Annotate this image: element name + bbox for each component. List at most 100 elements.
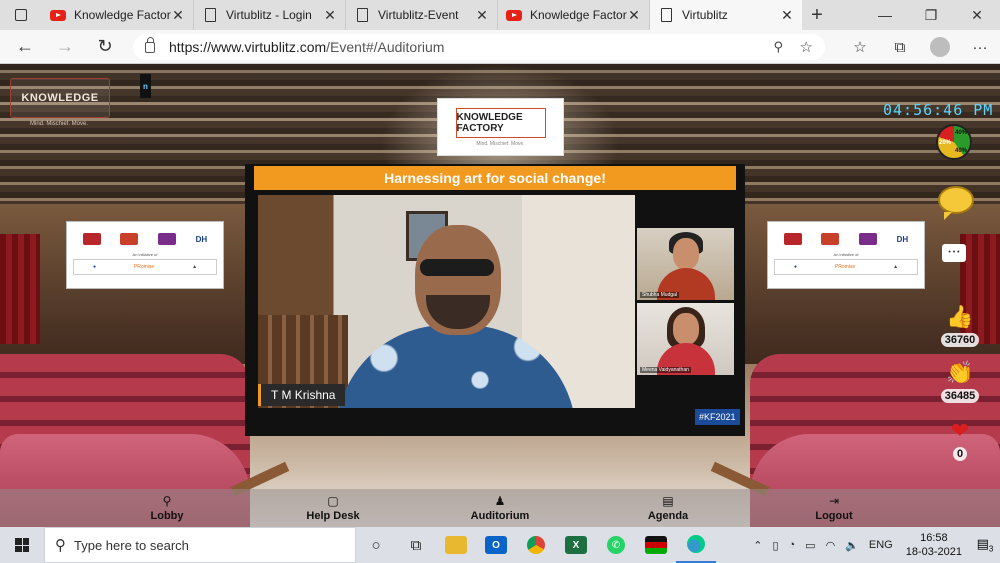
more-options-icon[interactable]: ··· <box>960 39 1000 56</box>
initiative-logo: ▲ <box>192 264 198 270</box>
event-clock: 04:56:46 PM <box>883 101 994 119</box>
auditorium-stage: KNOWLEDGE Mind. Mischief. Move. n KNOWLE… <box>0 64 1000 527</box>
panelist-name: Meena Vaidyanathan <box>640 367 691 373</box>
speaker-body <box>336 325 576 408</box>
chrome-icon[interactable] <box>516 527 556 563</box>
nav-auditorium-label: Auditorium <box>470 510 530 522</box>
sponsor-logo <box>82 233 101 245</box>
collapsed-panel-chip[interactable]: n <box>140 74 151 98</box>
tab-knowledge-factory-1[interactable]: Knowledge Factory ✕ <box>42 0 194 30</box>
tab-knowledge-factory-2[interactable]: Knowledge Factory ✕ <box>498 0 650 30</box>
poll-gauge[interactable]: 40% 20% 40% <box>936 124 972 160</box>
heart-icon[interactable]: ❤ <box>940 418 980 444</box>
show-hidden-icons[interactable]: ⌃ <box>748 539 767 552</box>
close-icon[interactable]: ✕ <box>627 7 641 24</box>
forward-icon[interactable]: → <box>45 36 85 57</box>
sponsor-logo <box>821 233 840 245</box>
close-icon[interactable]: ✕ <box>475 7 489 24</box>
tab-label: Knowledge Factory <box>530 8 627 22</box>
url-path: /Event#/Auditorium <box>326 39 445 55</box>
page-icon <box>354 7 370 23</box>
favorites-icon[interactable]: ☆ <box>840 38 880 56</box>
tab-label: Virtublitz - Login <box>226 8 312 22</box>
taskbar-search[interactable]: ⚲ Type here to search <box>44 527 356 563</box>
media-app-icon[interactable] <box>636 527 676 563</box>
whatsapp-icon[interactable]: ✆ <box>596 527 636 563</box>
tab-virtublitz[interactable]: Virtublitz ✕ <box>650 0 802 30</box>
help-desk-icon: ▢ <box>327 494 339 508</box>
refresh-icon[interactable]: ↻ <box>85 36 125 57</box>
minimize-icon[interactable]: — <box>862 7 908 24</box>
heart-reaction[interactable]: ❤ 0 <box>940 418 980 462</box>
nav-help-desk[interactable]: ▢ Help Desk <box>300 489 366 527</box>
cortana-icon[interactable]: ○ <box>356 527 396 563</box>
edge-icon[interactable] <box>676 527 716 563</box>
system-tray: ⌃ ▯ ◔ ▭ ◠ 🔈 ENG 16:58 18-03-2021 ▤3 <box>748 527 1000 563</box>
nav-auditorium[interactable]: ♟ Auditorium <box>464 489 536 527</box>
dh-logo: DH <box>195 234 208 244</box>
nav-logout[interactable]: ⇥ Logout <box>808 489 860 527</box>
event-logo: KNOWLEDGE <box>10 78 110 118</box>
page-icon <box>202 7 218 23</box>
back-icon[interactable]: ← <box>5 36 45 57</box>
language-indicator[interactable]: ENG <box>864 539 898 551</box>
excel-icon[interactable]: X <box>556 527 596 563</box>
collections-icon[interactable]: ⧉ <box>880 39 920 56</box>
close-icon[interactable]: ✕ <box>171 7 185 24</box>
message-icon[interactable]: • • • <box>942 244 966 262</box>
panelist-video-1: Shubha Mudgal <box>637 228 734 300</box>
tab-virtublitz-event[interactable]: Virtublitz-Event ✕ <box>346 0 498 30</box>
close-window-icon[interactable]: ✕ <box>954 7 1000 24</box>
clap-reaction[interactable]: 👏 36485 <box>940 360 980 404</box>
network-status-icon[interactable]: ◔ <box>784 539 801 551</box>
thumbs-up-icon[interactable]: 👍 <box>940 304 980 330</box>
task-view-icon[interactable]: ⧉ <box>396 527 436 563</box>
close-icon[interactable]: ✕ <box>780 7 794 24</box>
notification-count: 3 <box>988 544 994 554</box>
restore-icon[interactable]: ❐ <box>908 7 954 24</box>
like-reaction[interactable]: 👍 36760 <box>940 304 980 348</box>
wifi-icon[interactable]: ◠ <box>821 539 841 552</box>
close-icon[interactable]: ✕ <box>323 7 337 24</box>
panelist-head <box>673 313 699 345</box>
device-icon[interactable]: ▯ <box>767 539 783 552</box>
notifications-icon[interactable]: ▤3 <box>970 536 1000 554</box>
panelist-video-2: Meena Vaidyanathan <box>637 303 734 375</box>
nav-agenda[interactable]: ▤ Agenda <box>640 489 696 527</box>
heart-count: 0 <box>952 447 968 461</box>
agenda-icon: ▤ <box>662 494 674 508</box>
start-button[interactable] <box>0 527 44 563</box>
outlook-icon[interactable]: O <box>476 527 516 563</box>
tab-virtublitz-login[interactable]: Virtublitz - Login ✕ <box>194 0 346 30</box>
location-pin-icon: ⚲ <box>162 494 172 508</box>
tab-label: Virtublitz <box>682 8 728 22</box>
left-curtain <box>0 234 40 344</box>
tab-actions-button[interactable] <box>0 0 42 30</box>
knowledge-factory-logo: KNOWLEDGE FACTORY <box>455 107 546 138</box>
file-explorer-icon[interactable] <box>436 527 476 563</box>
clap-icon[interactable]: 👏 <box>940 360 980 386</box>
initiative-logos: ● PRomise ▲ <box>73 259 217 275</box>
new-tab-button[interactable]: + <box>802 4 832 27</box>
battery-icon[interactable]: ▭ <box>800 539 820 552</box>
nav-lobby-label: Lobby <box>150 510 184 522</box>
address-bar[interactable]: https://www.virtublitz.com /Event#/Audit… <box>133 34 825 60</box>
taskbar-clock[interactable]: 16:58 18-03-2021 <box>898 531 970 559</box>
window-controls: — ❐ ✕ <box>862 7 1000 24</box>
search-icon: ⚲ <box>55 537 66 554</box>
nav-lobby[interactable]: ⚲ Lobby <box>141 489 193 527</box>
profile-avatar[interactable] <box>930 37 950 57</box>
taskbar-time: 16:58 <box>920 532 948 544</box>
volume-icon[interactable]: 🔈 <box>840 539 864 552</box>
youtube-icon <box>50 7 66 23</box>
like-count: 36760 <box>940 333 980 347</box>
center-event-logo: KNOWLEDGE FACTORY Mind. Mischief. Move. <box>437 98 564 156</box>
tab-label: Knowledge Factory <box>74 8 171 22</box>
initiative-logo: ● <box>92 264 96 270</box>
add-favorite-icon[interactable]: ☆ <box>800 38 813 56</box>
panelist-name: Shubha Mudgal <box>640 292 680 298</box>
video-player[interactable]: Harnessing art for social change! T M Kr… <box>245 164 745 436</box>
zoom-icon[interactable]: ⚲ <box>773 39 783 55</box>
chat-bubble-icon[interactable] <box>938 186 974 220</box>
youtube-icon <box>506 7 522 23</box>
